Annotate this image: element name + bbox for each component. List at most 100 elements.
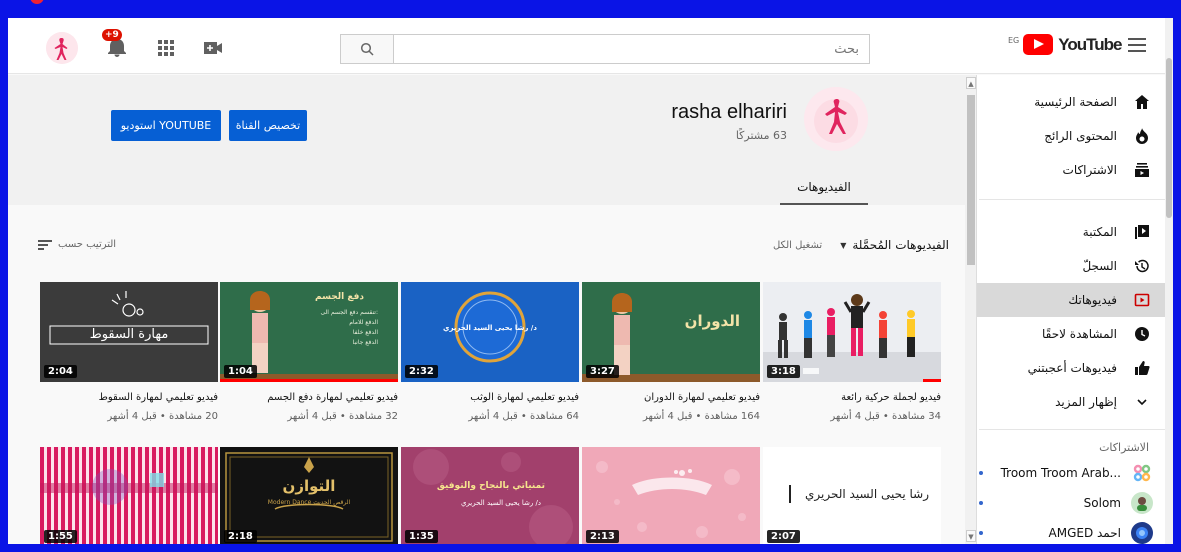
sidebar-item-show-more[interactable]: إظهار المزيد bbox=[978, 385, 1153, 419]
text-cursor bbox=[789, 485, 791, 503]
video-duration: 2:04 bbox=[44, 365, 77, 378]
video-card-10[interactable]: 1:55 bbox=[40, 447, 218, 544]
sort-by-button[interactable]: الترتيب حسب bbox=[38, 239, 116, 250]
thumb-lines: تنقسم دفع الجسم الى: الدفع للامام الدفع … bbox=[320, 308, 378, 348]
thumb-line: الدفع خلفا bbox=[352, 329, 378, 336]
video-card-2[interactable]: الدوران 3:27 فيديو تعليمي لمهارة الدوران… bbox=[582, 282, 760, 422]
sidebar-item-history[interactable]: السجلّ bbox=[978, 249, 1153, 283]
new-content-dot bbox=[979, 531, 983, 535]
subscription-name: AMGED احمد bbox=[1048, 526, 1122, 540]
video-duration: 3:27 bbox=[586, 365, 619, 378]
video-thumbnail[interactable]: التوازن Modern Dance الرقص الحديث 2:18 bbox=[220, 447, 398, 544]
channel-avatar bbox=[804, 87, 868, 151]
video-card-4[interactable]: دفع الجسم تنقسم دفع الجسم الى: الدفع للا… bbox=[220, 282, 398, 422]
account-avatar[interactable] bbox=[46, 32, 78, 64]
watch-later-icon bbox=[1131, 323, 1153, 345]
channel-troom-icon bbox=[1131, 462, 1153, 484]
video-duration: 2:18 bbox=[224, 530, 257, 543]
subscriptions-heading: الاشتراكات bbox=[1099, 441, 1149, 454]
video-meta: 32 مشاهدة • قبل 4 أشهر bbox=[287, 411, 398, 422]
video-thumbnail[interactable]: 1:55 bbox=[40, 447, 218, 544]
notifications-button[interactable]: +9 bbox=[102, 29, 130, 61]
search-button[interactable] bbox=[340, 34, 394, 64]
video-duration: 2:13 bbox=[586, 530, 619, 543]
sidebar-item-your-videos[interactable]: فيديوهاتك bbox=[977, 283, 1165, 317]
thumb-subcaption: Modern Dance الرقص الحديث bbox=[267, 499, 351, 506]
sidebar-item-home[interactable]: الصفحة الرئيسية bbox=[978, 85, 1153, 119]
channel-solom-icon bbox=[1131, 492, 1153, 514]
video-thumbnail[interactable]: تمنياتي بالنجاح والتوفيق د/ رشا يحيى الس… bbox=[401, 447, 579, 544]
thumb-caption: د/ رشا يحيى السيد الحريري bbox=[443, 324, 537, 332]
menu-icon[interactable] bbox=[1128, 38, 1146, 52]
shelf-title-button[interactable]: ▼ الفيديوهات المُحمَّلة bbox=[840, 238, 949, 252]
video-meta: 20 مشاهدة • قبل 4 أشهر bbox=[107, 411, 218, 422]
search-bar bbox=[340, 34, 870, 64]
subscription-item[interactable]: Solom bbox=[975, 489, 1153, 517]
sidebar-divider bbox=[979, 199, 1165, 200]
video-title[interactable]: فيديو لجملة حركية رائعة bbox=[763, 392, 941, 403]
sidebar-item-subscriptions[interactable]: الاشتراكات bbox=[978, 153, 1153, 187]
video-card-3[interactable]: د/ رشا يحيى السيد الحريري 2:32 فيديو تعل… bbox=[401, 282, 579, 422]
video-card-5[interactable]: مهارة السقوط 2:04 فيديو تعليمي لمهارة ال… bbox=[40, 282, 218, 422]
video-card-9[interactable]: التوازن Modern Dance الرقص الحديث 2:18 bbox=[220, 447, 398, 544]
video-thumbnail[interactable]: 3:18 bbox=[763, 282, 941, 382]
scroll-up-icon[interactable]: ▲ bbox=[966, 77, 976, 89]
page-scrollbar-thumb[interactable] bbox=[1166, 58, 1172, 218]
sidebar-item-watch-later[interactable]: المشاهدة لاحقًا bbox=[978, 317, 1153, 351]
thumb-line: الدفع للامام bbox=[349, 319, 378, 326]
customize-channel-button[interactable]: تخصيص القناة bbox=[229, 110, 307, 141]
video-title[interactable]: فيديو تعليمي لمهارة دفع الجسم bbox=[220, 392, 398, 403]
logo-text: YouTube bbox=[1058, 34, 1122, 54]
video-title[interactable]: فيديو تعليمي لمهارة الوثب bbox=[401, 392, 579, 403]
subscription-item[interactable]: Troom Troom Arab... bbox=[975, 459, 1153, 487]
video-thumbnail[interactable]: مهارة السقوط 2:04 bbox=[40, 282, 218, 382]
sidebar-item-trending[interactable]: المحتوى الرائج bbox=[978, 119, 1153, 153]
page-scrollbar[interactable] bbox=[1165, 18, 1173, 544]
sidebar-item-label: فيديوهات أعجبتني bbox=[1027, 361, 1117, 375]
thumb-caption: التوازن bbox=[282, 477, 336, 495]
video-meta: 64 مشاهدة • قبل 4 أشهر bbox=[468, 411, 579, 422]
sidebar-item-label: إظهار المزيد bbox=[1055, 395, 1117, 409]
subscriber-count: 63 مشتركًا bbox=[735, 129, 787, 142]
video-thumbnail[interactable]: د/ رشا يحيى السيد الحريري 2:32 bbox=[401, 282, 579, 382]
guide-sidebar: ▲ ▼ الصفحة الرئيسية المحتوى الرائج الاشت… bbox=[965, 75, 1165, 544]
video-card-1[interactable]: 3:18 فيديو لجملة حركية رائعة 34 مشاهدة •… bbox=[763, 282, 941, 422]
video-card-8[interactable]: تمنياتي بالنجاح والتوفيق د/ رشا يحيى الس… bbox=[401, 447, 579, 544]
sidebar-item-label: المكتبة bbox=[1082, 225, 1117, 239]
youtube-logo[interactable]: EG YouTube bbox=[1008, 34, 1122, 55]
video-thumbnail[interactable]: دفع الجسم تنقسم دفع الجسم الى: الدفع للا… bbox=[220, 282, 398, 382]
video-duration: 2:07 bbox=[767, 530, 800, 543]
video-thumbnail[interactable]: 2:13 bbox=[582, 447, 760, 544]
library-icon bbox=[1131, 221, 1153, 243]
play-all-link[interactable]: تشغيل الكل bbox=[773, 240, 822, 251]
studio-button[interactable]: استوديو YOUTUBE bbox=[111, 110, 221, 141]
video-card-7[interactable]: 2:13 bbox=[582, 447, 760, 544]
sidebar-item-label: الصفحة الرئيسية bbox=[1034, 95, 1117, 109]
dropdown-arrow-icon: ▼ bbox=[840, 240, 847, 250]
search-icon bbox=[360, 42, 374, 56]
search-input[interactable] bbox=[394, 34, 870, 64]
video-thumbnail[interactable]: رشا يحيى السيد الحريري 2:07 bbox=[763, 447, 941, 544]
video-title[interactable]: فيديو تعليمي لمهارة السقوط bbox=[40, 392, 218, 403]
apps-grid-icon[interactable] bbox=[156, 38, 176, 58]
channel-name: rasha elhariri bbox=[671, 101, 787, 123]
sidebar-item-liked[interactable]: فيديوهات أعجبتني bbox=[978, 351, 1153, 385]
subscription-item[interactable]: AMGED احمد bbox=[975, 519, 1153, 544]
video-thumbnail[interactable]: الدوران 3:27 bbox=[582, 282, 760, 382]
video-duration: 1:04 bbox=[224, 365, 257, 378]
scrollbar-thumb[interactable] bbox=[967, 95, 975, 265]
sidebar-item-library[interactable]: المكتبة bbox=[978, 215, 1153, 249]
channel-header: استوديو YOUTUBE تخصيص القناة rasha elhar… bbox=[8, 75, 965, 205]
video-duration: 3:18 bbox=[767, 365, 800, 378]
subscription-name: Troom Troom Arab... bbox=[1000, 466, 1121, 480]
video-meta: 34 مشاهدة • قبل 4 أشهر bbox=[830, 411, 941, 422]
youtube-play-icon bbox=[1023, 34, 1054, 55]
masthead: +9 EG YouTube bbox=[8, 18, 1173, 74]
new-content-dot bbox=[979, 471, 983, 475]
create-video-icon[interactable] bbox=[202, 39, 224, 57]
video-duration: 2:32 bbox=[405, 365, 438, 378]
video-card-6[interactable]: رشا يحيى السيد الحريري 2:07 bbox=[763, 447, 941, 544]
video-title[interactable]: فيديو تعليمي لمهارة الدوران bbox=[582, 392, 760, 403]
chevron-down-icon bbox=[1131, 391, 1153, 413]
tab-videos[interactable]: الفيديوهات bbox=[780, 173, 868, 205]
